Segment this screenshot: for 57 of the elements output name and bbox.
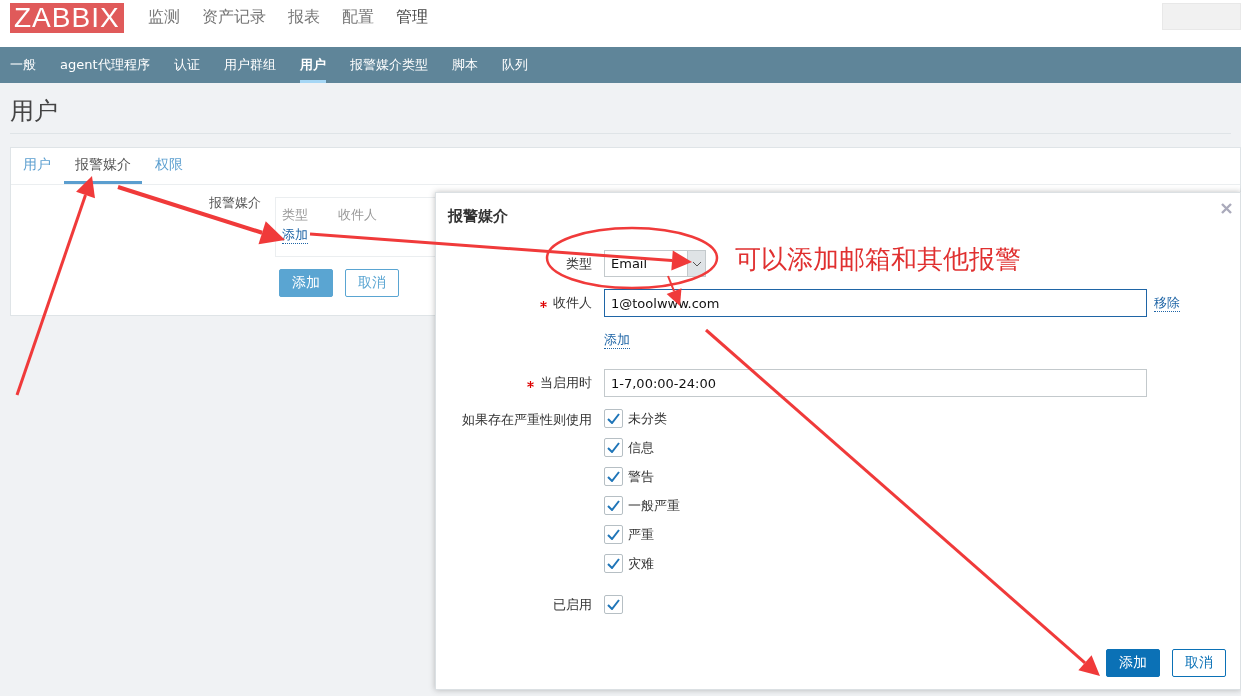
column-header: 收件人 xyxy=(338,206,377,224)
annotation-text: 可以添加邮箱和其他报警 xyxy=(735,243,1021,276)
checkbox[interactable] xyxy=(604,467,623,486)
add-button[interactable]: 添加 xyxy=(1106,649,1160,677)
nav-item[interactable]: 用户群组 xyxy=(223,47,276,83)
remove-link[interactable]: 移除 xyxy=(1154,294,1180,312)
checkbox-label: 灾难 xyxy=(628,554,654,573)
checkbox-label: 信息 xyxy=(628,438,654,457)
add-link[interactable]: 添加 xyxy=(604,332,630,349)
menu-item[interactable]: 报表 xyxy=(287,7,320,28)
cancel-button[interactable]: 取消 xyxy=(345,269,399,297)
nav-item[interactable]: 报警媒介类型 xyxy=(349,47,428,83)
column-header: 类型 xyxy=(282,206,308,224)
type-select[interactable]: Email xyxy=(604,250,706,277)
field-label: 当启用时 xyxy=(540,374,592,392)
checkbox[interactable] xyxy=(604,595,623,614)
dialog-title: 报警媒介 xyxy=(448,207,509,226)
menu-item[interactable]: 管理 xyxy=(395,7,428,28)
field-label: 类型 xyxy=(566,254,592,273)
checkbox[interactable] xyxy=(604,409,623,428)
checkbox[interactable] xyxy=(604,554,623,573)
tab[interactable]: 用户 xyxy=(12,148,62,184)
nav-item[interactable]: 队列 xyxy=(501,47,528,83)
checkmark-icon xyxy=(607,471,620,482)
field-label: 如果存在严重性则使用 xyxy=(462,411,592,429)
menu-item[interactable]: 监测 xyxy=(147,7,180,28)
nav-item[interactable]: 用户 xyxy=(299,47,326,83)
checkmark-icon xyxy=(607,558,620,569)
time-field[interactable]: 1-7,00:00-24:00 xyxy=(604,369,1147,397)
menu-item[interactable]: 资产记录 xyxy=(201,7,266,28)
field-label: 收件人 xyxy=(553,294,592,312)
nav-item[interactable]: 一般 xyxy=(10,47,36,83)
logo[interactable]: ZABBIX xyxy=(10,2,124,33)
checkbox-label: 警告 xyxy=(628,467,654,486)
checkbox-label: 未分类 xyxy=(628,409,667,428)
checkbox[interactable] xyxy=(604,438,623,457)
menu-item[interactable]: 配置 xyxy=(341,7,374,28)
chevron-down-icon xyxy=(691,260,702,267)
recipient-field[interactable]: 1@toolwww.com xyxy=(604,289,1147,317)
field-label: 报警媒介 xyxy=(209,195,261,210)
checkmark-icon xyxy=(607,500,620,511)
cancel-button[interactable]: 取消 xyxy=(1172,649,1226,677)
page-title: 用户 xyxy=(10,95,1231,134)
checkbox-label: 严重 xyxy=(628,525,654,544)
checkmark-icon xyxy=(607,529,620,540)
checkbox[interactable] xyxy=(604,525,623,544)
checkbox-label: 一般严重 xyxy=(628,496,680,515)
checkmark-icon xyxy=(607,413,620,424)
nav-item[interactable]: 认证 xyxy=(173,47,200,83)
checkbox[interactable] xyxy=(604,496,623,515)
tab[interactable]: 权限 xyxy=(144,148,194,184)
nav-item[interactable]: 脚本 xyxy=(451,47,478,83)
add-button[interactable]: 添加 xyxy=(279,269,333,297)
checkmark-icon xyxy=(607,442,620,453)
field-label: 已启用 xyxy=(553,595,592,614)
checkmark-icon xyxy=(607,599,620,610)
nav-item[interactable]: agent代理程序 xyxy=(60,47,150,83)
